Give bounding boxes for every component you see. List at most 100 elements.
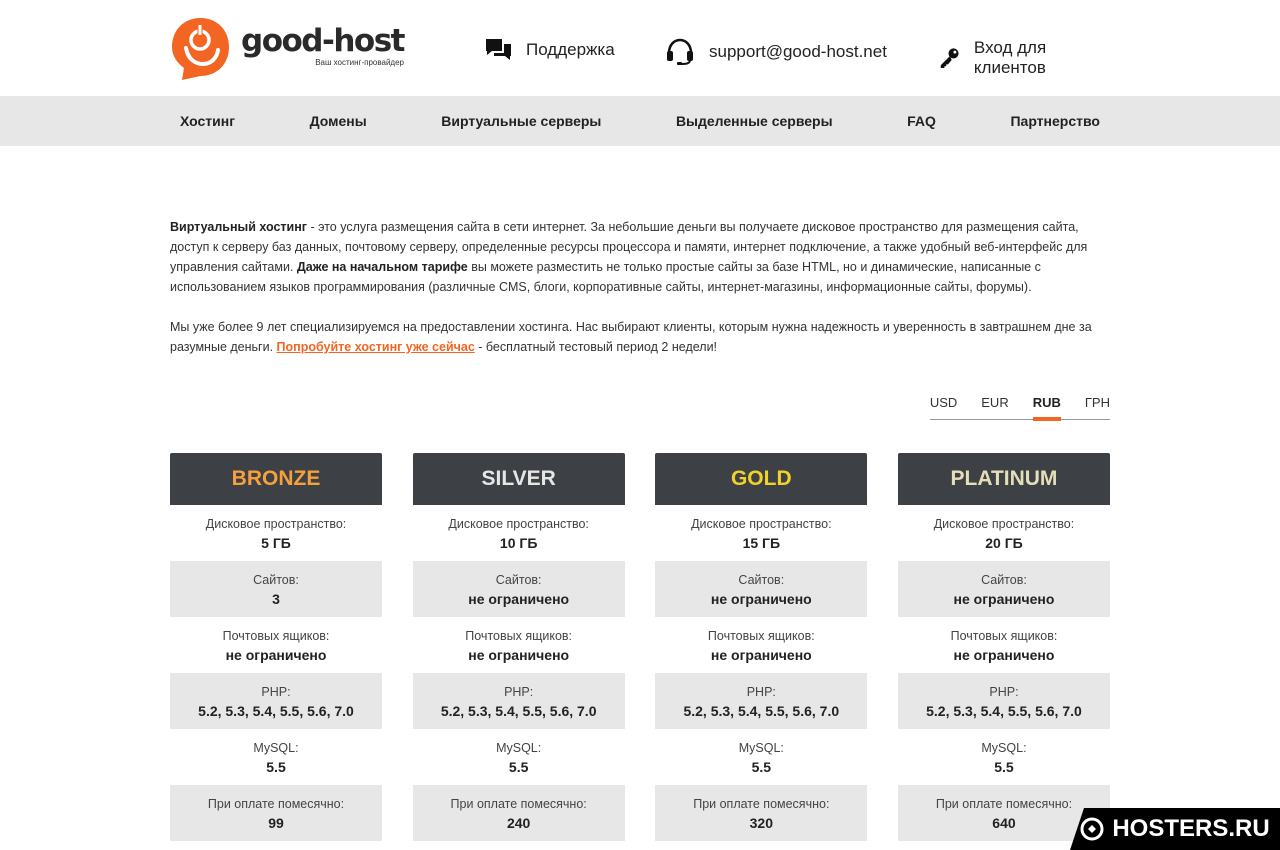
plan-row-php: PHP: 5.2, 5.3, 5.4, 5.5, 5.6, 7.0 xyxy=(655,673,868,729)
currency-eur[interactable]: EUR xyxy=(981,395,1008,419)
plan-row-value: 5.2, 5.3, 5.4, 5.5, 5.6, 7.0 xyxy=(440,703,597,719)
plan-row-disk: Дисковое пространство: 5 ГБ xyxy=(170,505,382,561)
plan-row-label: Сайтов: xyxy=(981,573,1027,587)
plan-row-label: Почтовых ящиков: xyxy=(707,629,815,643)
plan-row-mail: Почтовых ящиков: не ограничено xyxy=(655,617,867,673)
currency-uah[interactable]: ГРН xyxy=(1085,395,1110,419)
try-hosting-link[interactable]: Попробуйте хостинг уже сейчас xyxy=(277,340,475,354)
plan-row-monthly: При оплате помесячно: 99 xyxy=(170,785,382,841)
plan-row-sites: Сайтов: не ограничено xyxy=(412,561,625,617)
plan-row-sites: Сайтов: 3 xyxy=(170,561,382,617)
plan-row-monthly: При оплате помесячно: 240 xyxy=(412,785,625,841)
plan-row-mysql: MySQL: 5.5 xyxy=(170,729,382,785)
plan-row-label: MySQL: xyxy=(738,741,784,755)
plan-row-label: Почтовых ящиков: xyxy=(950,629,1058,643)
plan-row-label: Сайтов: xyxy=(495,573,542,587)
plan-row-disk: Дисковое пространство: 20 ГБ xyxy=(898,505,1110,561)
nav-item-vps[interactable]: Виртуальные серверы xyxy=(441,113,601,129)
plan-row-sites: Сайтов: не ограничено xyxy=(897,561,1110,617)
plan-row-label: Дисковое пространство: xyxy=(691,517,832,531)
support-link[interactable]: Поддержка xyxy=(485,38,615,62)
email-label: support@good-host.net xyxy=(709,42,887,61)
chat-icon xyxy=(486,39,511,60)
plan-row-php: PHP: 5.2, 5.3, 5.4, 5.5, 5.6, 7.0 xyxy=(897,673,1110,729)
plan-row-value: 20 ГБ xyxy=(985,535,1023,551)
currency-rub[interactable]: RUB xyxy=(1032,395,1062,421)
plan-row-value: не ограничено xyxy=(710,647,812,663)
logo-name: good-host xyxy=(241,23,405,59)
currency-usd[interactable]: USD xyxy=(930,395,957,419)
plan-row-value: 5.2, 5.3, 5.4, 5.5, 5.6, 7.0 xyxy=(683,703,840,719)
plan-row-label: При оплате помесячно: xyxy=(693,797,830,811)
plan-row-mysql: MySQL: 5.5 xyxy=(413,729,625,785)
plan-row-label: При оплате помесячно: xyxy=(207,797,345,811)
hosters-watermark: HOSTERS.RU xyxy=(1070,808,1280,850)
site-header: good-host Ваш хостинг-провайдер Поддержк… xyxy=(170,0,1110,96)
login-label: Вход для клиентов xyxy=(973,38,1047,77)
main-nav: Хостинг Домены Виртуальные серверы Выдел… xyxy=(0,96,1280,146)
plan-row-value: 5.5 xyxy=(508,759,529,775)
plan-row-mail: Почтовых ящиков: не ограничено xyxy=(413,617,625,673)
logo-link[interactable]: good-host Ваш хостинг-провайдер xyxy=(170,16,405,82)
plan-row-label: Почтовых ящиков: xyxy=(465,629,573,643)
plan-row-disk: Дисковое пространство: 10 ГБ xyxy=(413,505,625,561)
client-login-link[interactable]: Вход для клиентов xyxy=(938,38,1110,78)
plan-row-value: не ограничено xyxy=(225,647,327,663)
plan-row-label: При оплате помесячно: xyxy=(935,797,1073,811)
plan-row-label: Сайтов: xyxy=(738,573,785,587)
plan-row-label: Дисковое пространство: xyxy=(448,517,589,531)
intro-bold-1: Виртуальный хостинг xyxy=(170,220,307,234)
plan-row-mail: Почтовых ящиков: не ограничено xyxy=(170,617,382,673)
plans-grid: BRONZE Дисковое пространство: 5 ГБ Сайтов: 3… xyxy=(170,453,1110,841)
plan-bronze: BRONZE Дисковое пространство: 5 ГБ Сайтов: 3… xyxy=(170,453,382,841)
plan-row-label: Дисковое пространство: xyxy=(205,517,347,531)
nav-item-partnership[interactable]: Партнерство xyxy=(1010,113,1099,129)
plan-row-label: Почтовых ящиков: xyxy=(222,629,330,643)
intro-text: Виртуальный хостинг - это услуга размеще… xyxy=(170,146,1110,357)
currency-switcher: USD EUR RUB ГРН xyxy=(170,395,1110,421)
plan-row-value: 5.5 xyxy=(994,759,1014,775)
plan-row-value: не ограничено xyxy=(953,591,1055,607)
plan-title: BRONZE xyxy=(170,453,382,505)
plan-row-php: PHP: 5.2, 5.3, 5.4, 5.5, 5.6, 7.0 xyxy=(412,673,625,729)
plan-row-label: MySQL: xyxy=(981,741,1027,755)
plan-row-label: MySQL: xyxy=(253,741,299,755)
intro-paragraph-1: Виртуальный хостинг - это услуга размеще… xyxy=(170,217,1110,297)
plan-row-label: PHP: xyxy=(504,685,534,699)
email-link[interactable]: support@good-host.net xyxy=(665,38,887,66)
hosters-logo-icon xyxy=(1080,817,1104,841)
plan-row-value: не ограничено xyxy=(710,591,812,607)
headset-icon xyxy=(667,38,693,65)
plan-row-label: Сайтов: xyxy=(253,573,299,587)
logo-tagline: Ваш хостинг-провайдер xyxy=(315,58,404,67)
plan-platinum: PLATINUM Дисковое пространство: 20 ГБ Сайто… xyxy=(897,453,1110,841)
plan-row-mail: Почтовых ящиков: не ограничено xyxy=(898,617,1110,673)
plan-row-disk: Дисковое пространство: 15 ГБ xyxy=(655,505,867,561)
plan-row-value: 320 xyxy=(749,815,773,831)
nav-item-faq[interactable]: FAQ xyxy=(907,113,936,129)
intro-paragraph-2: Мы уже более 9 лет специализируемся на п… xyxy=(170,317,1110,357)
plan-row-label: При оплате помесячно: xyxy=(450,797,587,811)
plan-row-value: 15 ГБ xyxy=(742,535,781,551)
plan-row-value: 5.5 xyxy=(751,759,772,775)
plan-row-label: MySQL: xyxy=(496,741,542,755)
plan-row-value: не ограничено xyxy=(468,591,570,607)
intro-text-4: - бесплатный тестовый период 2 недели! xyxy=(474,340,718,354)
plan-row-php: PHP: 5.2, 5.3, 5.4, 5.5, 5.6, 7.0 xyxy=(170,673,382,729)
support-label: Поддержка xyxy=(526,40,615,59)
plan-title: GOLD xyxy=(655,453,868,505)
plan-silver: SILVER Дисковое пространство: 10 ГБ Сайтов:… xyxy=(412,453,625,841)
plan-row-value: 240 xyxy=(506,815,531,831)
nav-item-domains[interactable]: Домены xyxy=(310,113,367,129)
plan-row-value: 99 xyxy=(268,815,284,831)
plan-row-value: 5.5 xyxy=(266,759,286,775)
plan-row-label: PHP: xyxy=(261,685,291,699)
nav-item-hosting[interactable]: Хостинг xyxy=(180,113,235,129)
key-icon xyxy=(940,48,959,69)
intro-bold-2: Даже на начальном тарифе xyxy=(296,260,468,274)
plan-row-label: PHP: xyxy=(989,685,1019,699)
plan-row-value: не ограничено xyxy=(953,647,1055,663)
nav-item-dedicated[interactable]: Выделенные серверы xyxy=(676,113,833,129)
plan-title: SILVER xyxy=(412,453,625,505)
plan-title: PLATINUM xyxy=(897,453,1110,505)
